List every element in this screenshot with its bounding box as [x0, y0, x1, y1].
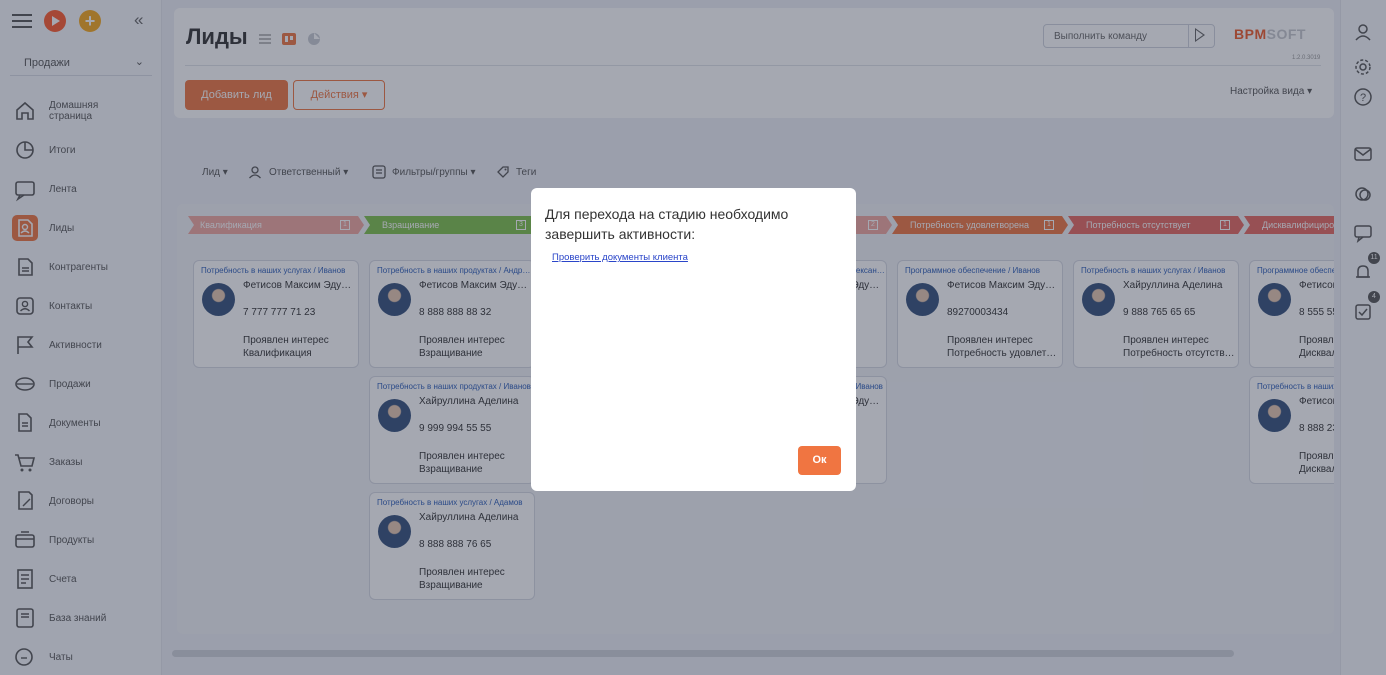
stage-transition-dialog: Для перехода на стадию необходимо заверш…	[531, 188, 856, 491]
activity-link[interactable]: Проверить документы клиента	[552, 252, 688, 263]
ok-button[interactable]: Ок	[798, 446, 841, 475]
dialog-message: Для перехода на стадию необходимо заверш…	[545, 206, 789, 242]
